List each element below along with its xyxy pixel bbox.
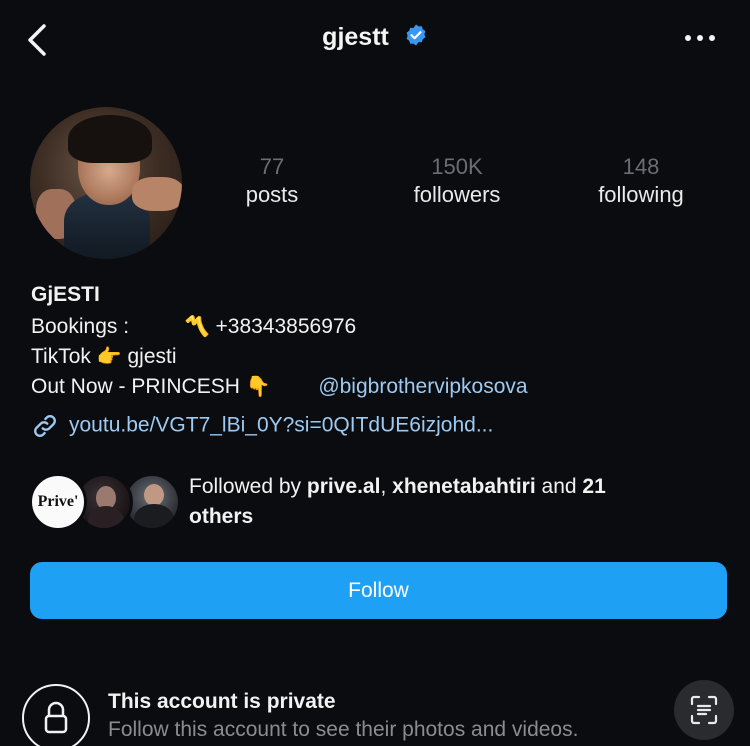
mutual-avatar-prive: Prive' [29, 473, 87, 531]
avatar-photo-detail [144, 484, 164, 506]
pointing-right-emoji: 👉 [96, 346, 122, 368]
followed-by-prefix: Followed by [189, 475, 302, 498]
stat-label: followers [413, 182, 501, 207]
private-account-subtitle: Follow this account to see their photos … [108, 718, 579, 741]
follow-button[interactable]: Follow [30, 562, 727, 619]
followed-by-count: 21 [582, 475, 606, 498]
bio-out-now-line: Out Now - PRINCESH 👇 @bigbrothervipkosov… [31, 372, 528, 402]
profile-page: gjestt 77 posts 150K followers 148 follo… [0, 0, 750, 746]
bio-bookings-line: Bookings : 〽️ +38343856976 [31, 312, 356, 342]
scan-text-button[interactable] [674, 680, 734, 740]
prive-logo-text: Prive' [37, 493, 79, 510]
followed-by-text[interactable]: Followed by prive.al, xhenetabahtiri and… [189, 472, 709, 532]
bookings-label: Bookings : [31, 315, 130, 338]
stat-label: following [598, 182, 684, 207]
stat-following[interactable]: 148 following [561, 154, 721, 210]
bookings-phone: +38343856976 [215, 315, 357, 338]
more-horizontal-icon [685, 35, 715, 41]
part-alternation-mark-emoji: 〽️ [184, 316, 210, 338]
link-icon [34, 415, 56, 437]
mention-link[interactable]: @bigbrothervipkosova [318, 375, 527, 398]
followed-by-separator: , [380, 475, 387, 498]
tiktok-handle: gjesti [127, 345, 177, 368]
username: gjestt [322, 22, 389, 51]
more-options-button[interactable] [680, 28, 720, 48]
private-lock-badge [22, 684, 90, 746]
followed-by-and: and [541, 475, 577, 498]
private-account-title: This account is private [108, 690, 336, 713]
stat-posts[interactable]: 77 posts [192, 154, 352, 210]
avatar-photo-detail [134, 504, 174, 528]
stat-value: 77 [259, 154, 285, 179]
link-text: youtu.be/VGT7_lBi_0Y?si=0QITdUE6izjohd..… [69, 413, 494, 437]
stat-value: 148 [622, 154, 660, 179]
stat-value: 150K [431, 154, 483, 179]
scan-text-icon [690, 695, 718, 725]
stat-followers[interactable]: 150K followers [377, 154, 537, 210]
profile-avatar[interactable] [30, 107, 182, 259]
profile-display-name: GjESTI [31, 283, 100, 306]
bio-external-link[interactable]: youtu.be/VGT7_lBi_0Y?si=0QITdUE6izjohd..… [31, 412, 493, 440]
verified-badge-icon [406, 24, 426, 46]
out-now-text: Out Now - PRINCESH [31, 375, 240, 398]
pointing-down-emoji: 👇 [245, 376, 271, 398]
tiktok-label: TikTok [31, 345, 91, 368]
stat-label: posts [245, 182, 299, 207]
followed-by-others: others [189, 505, 254, 528]
followed-by-user: xhenetabahtiri [392, 475, 536, 498]
bio-tiktok-line: TikTok 👉 gjesti [31, 342, 177, 372]
profile-header-title: gjestt [0, 22, 750, 52]
avatar-photo-detail [68, 115, 152, 163]
lock-icon [44, 701, 68, 734]
avatar-photo-detail [132, 177, 182, 211]
mutual-followers-avatars[interactable]: Prive' [29, 473, 181, 531]
avatar-photo-detail [88, 506, 124, 528]
followed-by-user: prive.al [306, 475, 381, 498]
